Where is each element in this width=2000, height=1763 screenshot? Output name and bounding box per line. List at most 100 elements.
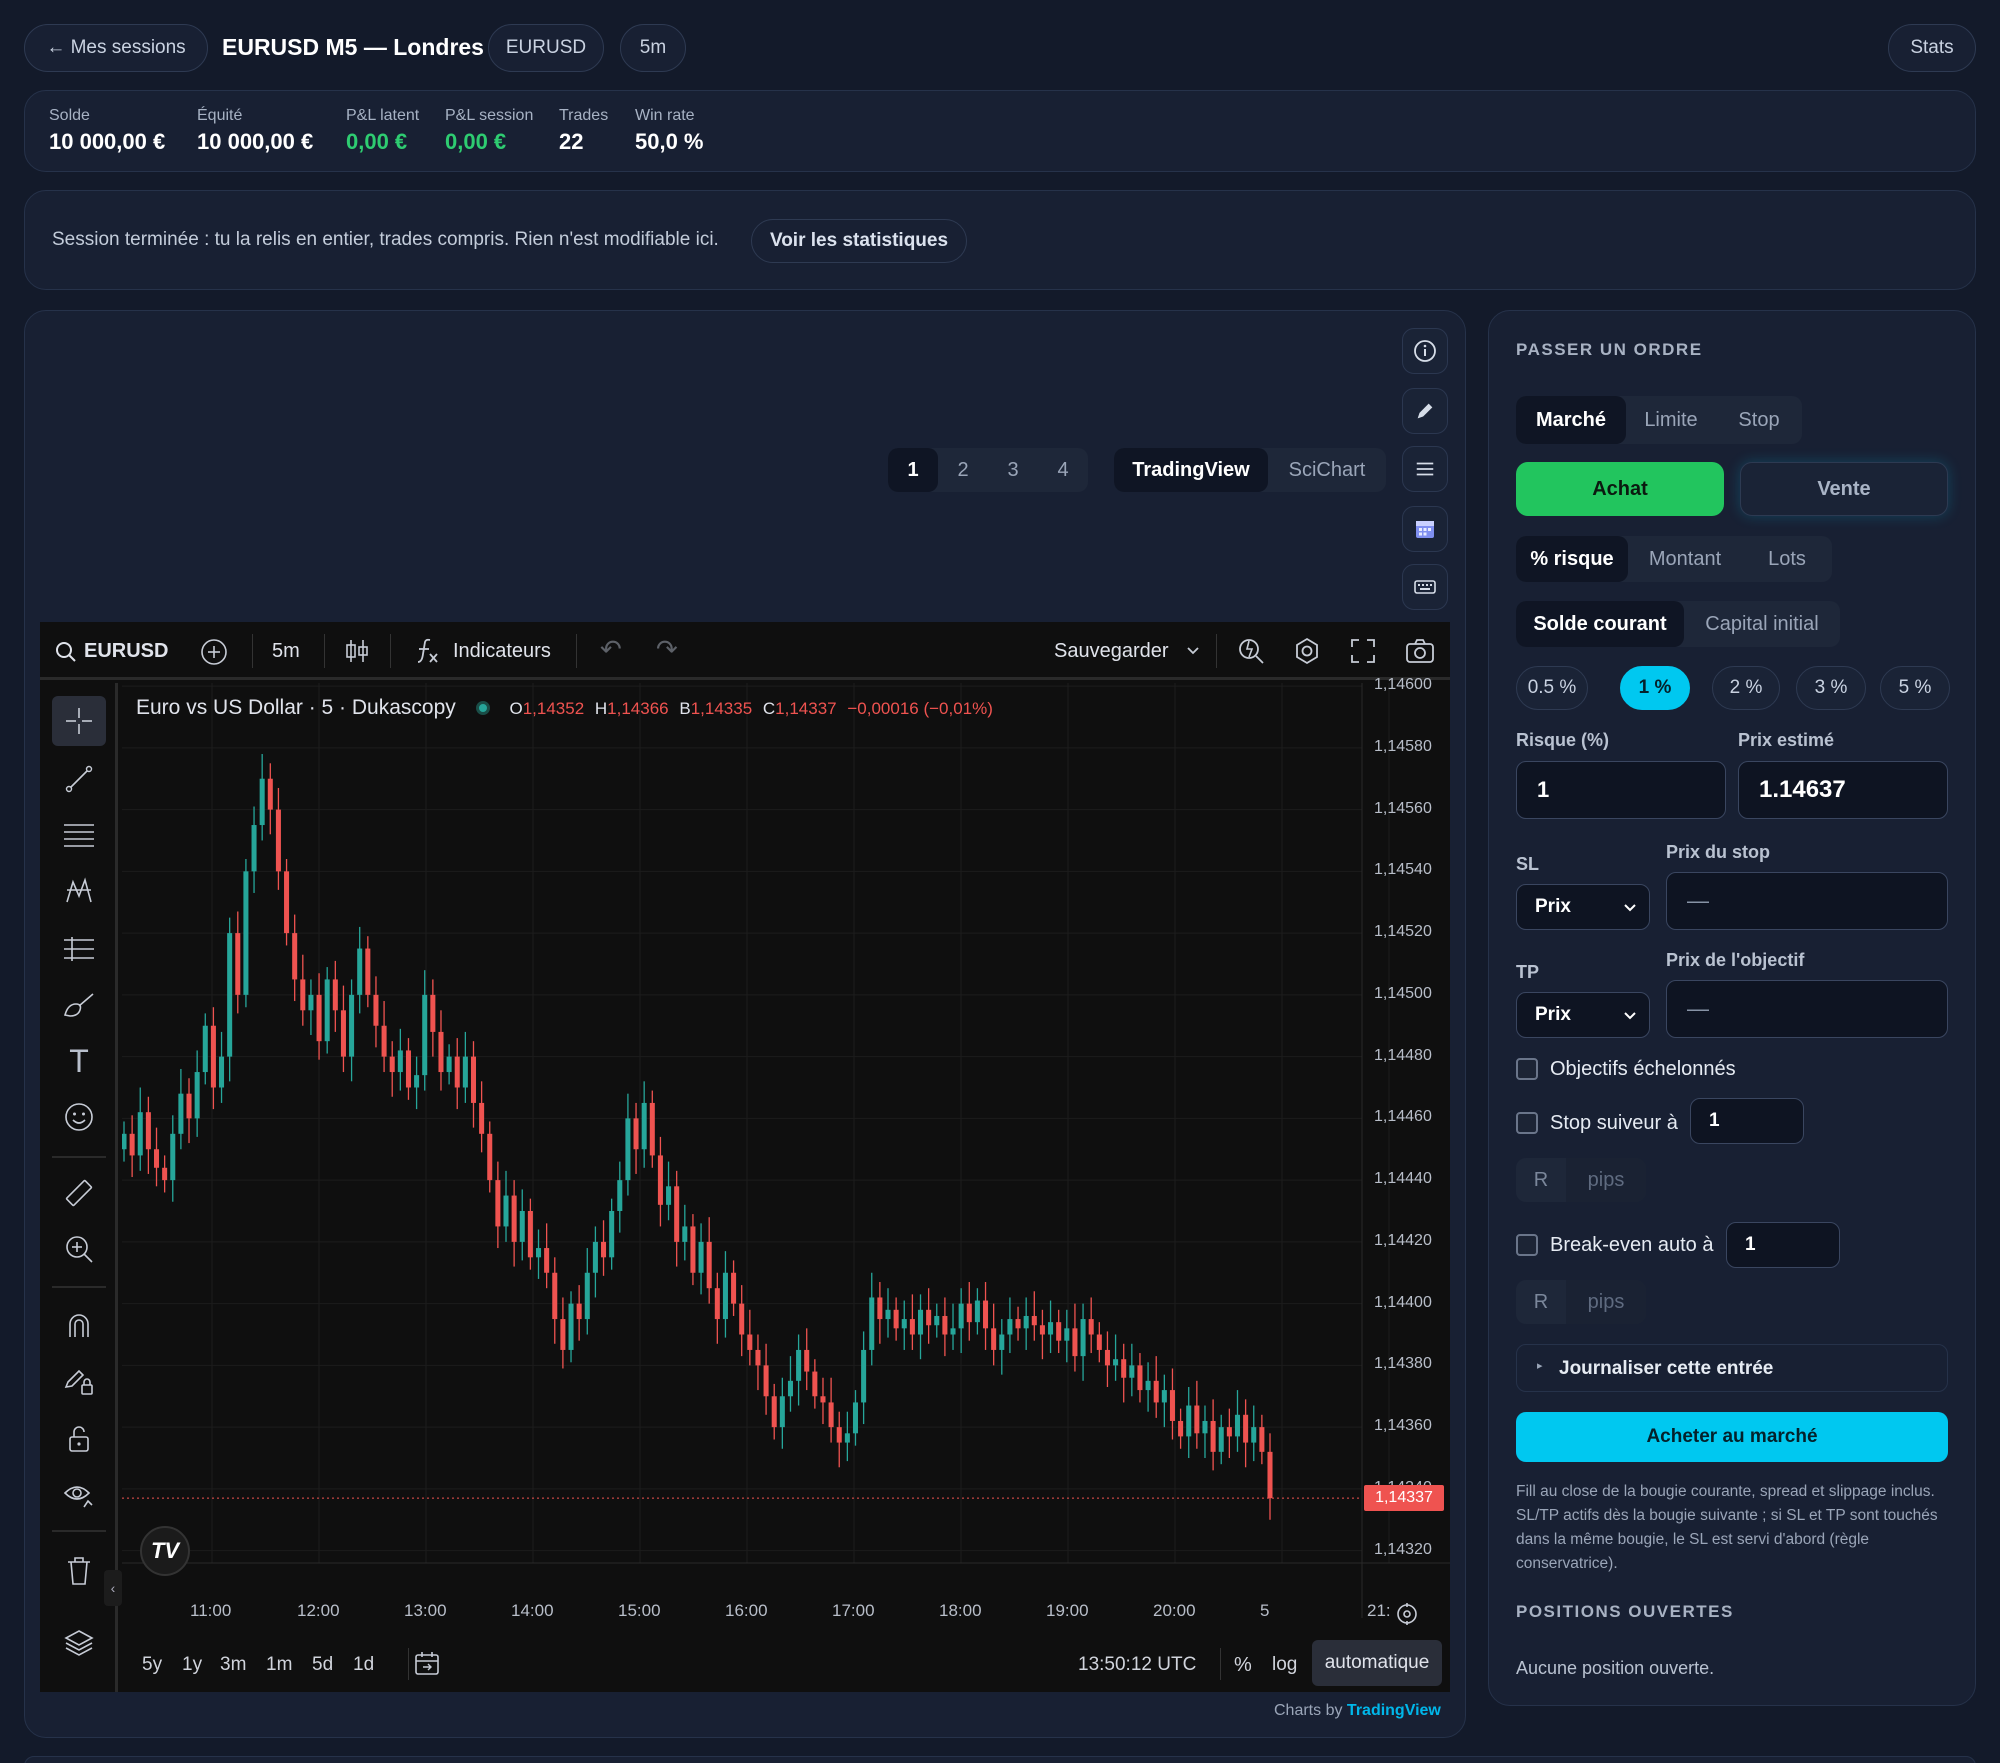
candle	[950, 1303, 956, 1350]
sizing-risk-percent[interactable]: % risque	[1516, 536, 1628, 582]
candle-body	[511, 1195, 517, 1242]
redo-icon[interactable]: ↷	[656, 634, 678, 665]
interval-selector[interactable]: 5m	[272, 640, 300, 663]
goto-realtime-icon[interactable]	[1395, 1602, 1419, 1626]
risk-preset-1[interactable]: 1 %	[1620, 666, 1690, 710]
text-tool[interactable]: T	[52, 1036, 106, 1086]
scaled-targets-checkbox[interactable]	[1516, 1058, 1538, 1080]
emoji-tool[interactable]	[52, 1092, 106, 1142]
layout-tab-1[interactable]: 1	[888, 448, 938, 492]
log-scale-toggle[interactable]: log	[1272, 1654, 1297, 1676]
range-1y[interactable]: 1y	[182, 1654, 220, 1676]
remove-drawings-tool[interactable]	[52, 1546, 106, 1596]
candle-body	[462, 1056, 468, 1088]
tradingview-link[interactable]: TradingView	[1347, 1702, 1441, 1719]
collapse-toolbar-button[interactable]: ‹	[104, 1570, 122, 1606]
fib-tool[interactable]	[52, 810, 106, 860]
ruler-tool[interactable]	[52, 1168, 106, 1218]
symbol-search[interactable]: EURUSD	[84, 640, 168, 663]
candle	[958, 1288, 964, 1354]
view-stats-button[interactable]: Voir les statistiques	[751, 219, 967, 263]
sizing-amount[interactable]: Montant	[1628, 536, 1742, 582]
search-icon[interactable]	[54, 640, 78, 664]
engine-tab-tradingview[interactable]: TradingView	[1114, 448, 1268, 492]
base-current-balance[interactable]: Solde courant	[1516, 601, 1684, 647]
sl-mode-select[interactable]: Prix	[1516, 884, 1650, 930]
chevron-down-icon[interactable]	[1186, 646, 1200, 656]
trailing-stop-input[interactable]: 1	[1690, 1098, 1804, 1144]
breakeven-input[interactable]: 1	[1726, 1222, 1840, 1268]
save-layout-button[interactable]: Sauvegarder	[1054, 640, 1169, 663]
range-5y[interactable]: 5y	[142, 1654, 182, 1676]
breakeven-unit-r[interactable]: R	[1516, 1280, 1566, 1324]
hide-drawings-tool[interactable]	[52, 1470, 106, 1520]
settings-gear-icon[interactable]	[1292, 636, 1322, 666]
risk-preset-5[interactable]: 5 %	[1880, 666, 1950, 710]
keyboard-button[interactable]	[1402, 564, 1448, 610]
order-type-limit[interactable]: Limite	[1626, 396, 1716, 444]
lock-all-tool[interactable]	[52, 1414, 106, 1464]
date-range-icon[interactable]	[412, 1650, 442, 1678]
risk-preset-2[interactable]: 2 %	[1712, 666, 1780, 710]
tp-mode-select[interactable]: Prix	[1516, 992, 1650, 1038]
base-initial-capital[interactable]: Capital initial	[1684, 601, 1840, 647]
candle-body	[958, 1303, 964, 1329]
auto-scale-toggle[interactable]: automatique	[1312, 1640, 1442, 1686]
compare-add-icon[interactable]	[200, 638, 228, 666]
risk-preset-3[interactable]: 3 %	[1796, 666, 1866, 710]
quick-search-icon[interactable]	[1236, 636, 1266, 666]
layout-tab-3[interactable]: 3	[988, 448, 1038, 492]
crosshair-tool[interactable]	[52, 696, 106, 746]
lock-drawings-tool[interactable]	[52, 1356, 106, 1406]
trailing-unit-r[interactable]: R	[1516, 1158, 1566, 1202]
indicators-icon[interactable]	[412, 636, 442, 666]
risk-preset-0-5[interactable]: 0.5 %	[1516, 666, 1588, 710]
pattern-tool[interactable]	[52, 866, 106, 916]
candlestick-chart[interactable]	[122, 683, 1450, 1618]
candle-style-icon[interactable]	[342, 636, 372, 666]
fullscreen-icon[interactable]	[1348, 636, 1378, 666]
candle	[178, 1068, 184, 1150]
engine-tab-scichart[interactable]: SciChart	[1268, 448, 1386, 492]
stats-button[interactable]: Stats	[1888, 24, 1976, 72]
camera-icon[interactable]	[1404, 636, 1436, 666]
forecast-tool[interactable]	[52, 924, 106, 974]
magnet-tool[interactable]	[52, 1300, 106, 1350]
range-1d[interactable]: 1d	[353, 1654, 393, 1676]
stop-price-input[interactable]: —	[1666, 872, 1948, 930]
menu-button[interactable]	[1402, 446, 1448, 492]
tradingview-logo[interactable]: TV	[140, 1526, 190, 1576]
utc-clock[interactable]: 13:50:12 UTC	[1078, 1654, 1196, 1676]
risk-input[interactable]: 1	[1516, 761, 1726, 819]
breakeven-checkbox[interactable]	[1516, 1234, 1538, 1256]
layout-tab-2[interactable]: 2	[938, 448, 988, 492]
info-button[interactable]	[1402, 328, 1448, 374]
candle	[202, 1013, 208, 1085]
draw-button[interactable]	[1402, 388, 1448, 434]
calendar-button[interactable]	[1402, 506, 1448, 552]
brush-tool[interactable]	[52, 980, 106, 1030]
trailing-unit-pips[interactable]: pips	[1566, 1158, 1646, 1202]
range-5d[interactable]: 5d	[312, 1654, 353, 1676]
submit-market-buy-button[interactable]: Acheter au marché	[1516, 1412, 1948, 1462]
sell-side-button[interactable]: Vente	[1740, 462, 1948, 516]
order-type-stop[interactable]: Stop	[1716, 396, 1802, 444]
breakeven-unit-pips[interactable]: pips	[1566, 1280, 1646, 1324]
trailing-stop-checkbox[interactable]	[1516, 1112, 1538, 1134]
percent-scale-toggle[interactable]: %	[1234, 1654, 1252, 1677]
candle-body	[544, 1248, 550, 1273]
undo-icon[interactable]: ↶	[600, 634, 622, 665]
buy-side-button[interactable]: Achat	[1516, 462, 1724, 516]
target-price-input[interactable]: —	[1666, 980, 1948, 1038]
sizing-lots[interactable]: Lots	[1742, 536, 1832, 582]
order-type-market[interactable]: Marché	[1516, 396, 1626, 444]
object-tree-tool[interactable]	[52, 1618, 106, 1668]
range-3m[interactable]: 3m	[220, 1654, 266, 1676]
journal-entry-toggle[interactable]: ▸ Journaliser cette entrée	[1516, 1344, 1948, 1392]
trendline-tool[interactable]	[52, 754, 106, 804]
zoom-tool[interactable]	[52, 1224, 106, 1274]
range-1m[interactable]: 1m	[266, 1654, 312, 1676]
indicators-button[interactable]: Indicateurs	[453, 640, 551, 663]
layout-tab-4[interactable]: 4	[1038, 448, 1088, 492]
back-to-sessions-button[interactable]: ← Mes sessions	[24, 24, 208, 72]
